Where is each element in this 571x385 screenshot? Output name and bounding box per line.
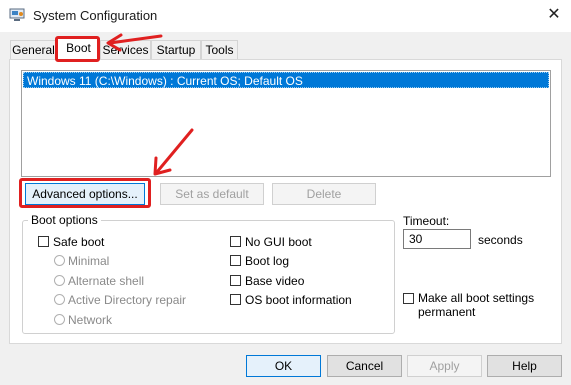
arrow-to-advanced-options-icon [153,128,194,176]
arrow-to-boot-tab-icon [106,33,163,52]
annotation-arrows [106,33,194,176]
